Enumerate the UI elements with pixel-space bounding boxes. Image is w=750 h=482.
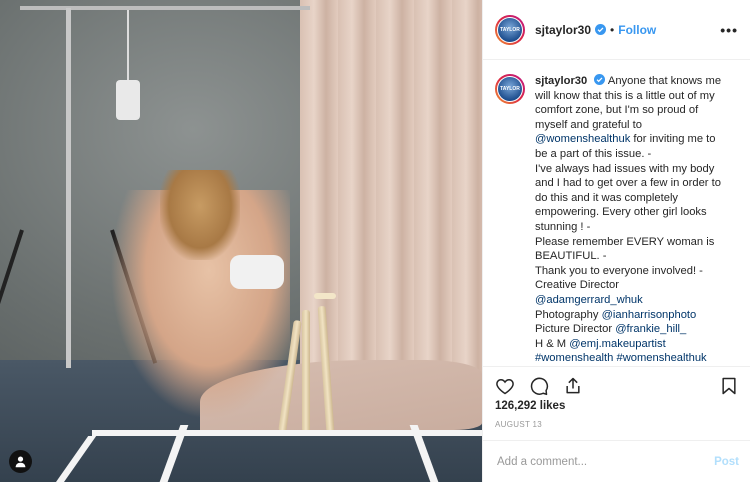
hashtag-link[interactable]: #womenshealth #womenshealthuk bbox=[535, 351, 731, 366]
user-icon bbox=[15, 456, 26, 468]
lamp-cord bbox=[127, 10, 129, 80]
mention-link[interactable]: @adamgerrard_whuk bbox=[535, 293, 731, 308]
avatar[interactable]: TAYLOR bbox=[495, 74, 525, 104]
caption-line: Photography bbox=[535, 308, 599, 321]
separator-dot: • bbox=[610, 22, 615, 37]
light-stand-pole bbox=[66, 8, 71, 368]
comment-bar: Post bbox=[483, 440, 750, 482]
comment-input[interactable] bbox=[495, 454, 715, 469]
caption-username-link[interactable]: sjtaylor30 bbox=[535, 75, 587, 87]
caption-line: Picture Director bbox=[535, 323, 613, 336]
post-side-panel: TAYLOR sjtaylor30 • Follow ••• TAYLOR sj… bbox=[482, 0, 750, 482]
mention-link[interactable]: @womenshealthuk bbox=[535, 133, 630, 145]
crease-line bbox=[92, 430, 482, 436]
post-photo[interactable] bbox=[0, 0, 482, 482]
post-date[interactable]: AUGUST 13 bbox=[495, 420, 542, 429]
caption-line: Please remember EVERY woman is BEAUTIFUL… bbox=[535, 235, 715, 263]
share-icon[interactable] bbox=[563, 376, 583, 396]
keeping-glove bbox=[230, 255, 284, 289]
avatar-image: TAYLOR bbox=[498, 17, 522, 42]
caption-line: H & M bbox=[535, 337, 567, 350]
caption-block: TAYLOR sjtaylor30 Anyone that knows me w… bbox=[483, 60, 750, 366]
caption-text: sjtaylor30 Anyone that knows me will kno… bbox=[535, 74, 731, 366]
light-stand-arm bbox=[20, 6, 310, 10]
post-comment-button[interactable]: Post bbox=[714, 456, 739, 468]
cricket-bail bbox=[314, 293, 336, 299]
photo-subject-hair bbox=[160, 170, 240, 260]
bookmark-icon[interactable] bbox=[719, 376, 739, 396]
follow-button[interactable]: Follow bbox=[618, 23, 656, 37]
username-link[interactable]: sjtaylor30 bbox=[535, 23, 591, 37]
verified-badge-icon bbox=[594, 74, 606, 85]
lamp bbox=[116, 80, 140, 120]
heart-icon[interactable] bbox=[495, 376, 515, 396]
caption-line: Creative Director bbox=[535, 279, 619, 292]
more-options-icon[interactable]: ••• bbox=[720, 22, 738, 38]
mention-link[interactable]: @emj.makeupartist bbox=[569, 338, 666, 350]
mention-link[interactable]: @ianharrisonphoto bbox=[602, 309, 697, 321]
post-header: TAYLOR sjtaylor30 • Follow ••• bbox=[483, 0, 750, 60]
cricket-stump bbox=[302, 310, 310, 432]
caption-line: Thank you to everyone involved! - bbox=[535, 264, 703, 277]
comment-icon[interactable] bbox=[529, 376, 549, 396]
like-count[interactable]: 126,292 likes bbox=[495, 400, 565, 412]
avatar-image: TAYLOR bbox=[498, 77, 522, 101]
verified-badge-icon bbox=[595, 24, 607, 35]
action-bar bbox=[483, 366, 750, 398]
avatar[interactable]: TAYLOR bbox=[495, 15, 525, 45]
instagram-post: TAYLOR sjtaylor30 • Follow ••• TAYLOR sj… bbox=[0, 0, 750, 482]
tagged-users-button[interactable] bbox=[9, 450, 32, 473]
caption-line: I've always had issues with my body and … bbox=[535, 162, 721, 233]
mention-link[interactable]: @frankie_hill_ bbox=[615, 323, 686, 335]
